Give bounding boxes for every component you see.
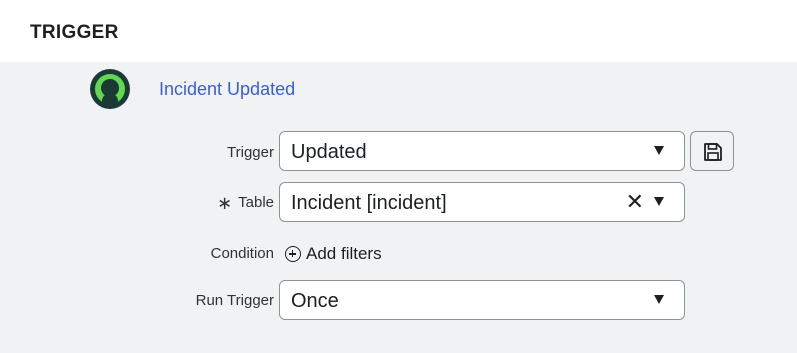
- table-label: ∗ Table: [134, 193, 274, 214]
- trigger-select-value: Updated: [291, 141, 367, 163]
- run-trigger-select-value: Once: [291, 290, 339, 312]
- clear-icon[interactable]: ✕: [626, 190, 644, 214]
- run-trigger-label: Run Trigger: [195, 292, 274, 309]
- add-filters-label: Add filters: [306, 244, 382, 263]
- caret-down-icon: [654, 146, 664, 155]
- section-title: TRIGGER: [30, 22, 119, 43]
- caret-down-icon: [654, 197, 664, 206]
- table-select-value: Incident [incident]: [291, 192, 447, 214]
- trigger-label: Trigger: [227, 144, 274, 161]
- user-circle-icon: [90, 69, 130, 109]
- trigger-name-link[interactable]: Incident Updated: [159, 79, 295, 100]
- run-trigger-select[interactable]: Once: [279, 280, 685, 320]
- floppy-disk-icon: [704, 143, 722, 161]
- section-header: TRIGGER: [0, 0, 797, 62]
- table-select[interactable]: Incident [incident] ✕: [279, 182, 685, 222]
- condition-label: Condition: [210, 245, 274, 262]
- add-filters-button[interactable]: Add filters: [285, 244, 382, 264]
- required-asterisk: ∗: [217, 193, 233, 213]
- plus-circle-icon: [285, 246, 301, 262]
- caret-down-icon: [654, 295, 664, 304]
- trigger-select[interactable]: Updated: [279, 131, 685, 171]
- table-label-text: Table: [238, 194, 274, 211]
- save-button[interactable]: [690, 131, 734, 171]
